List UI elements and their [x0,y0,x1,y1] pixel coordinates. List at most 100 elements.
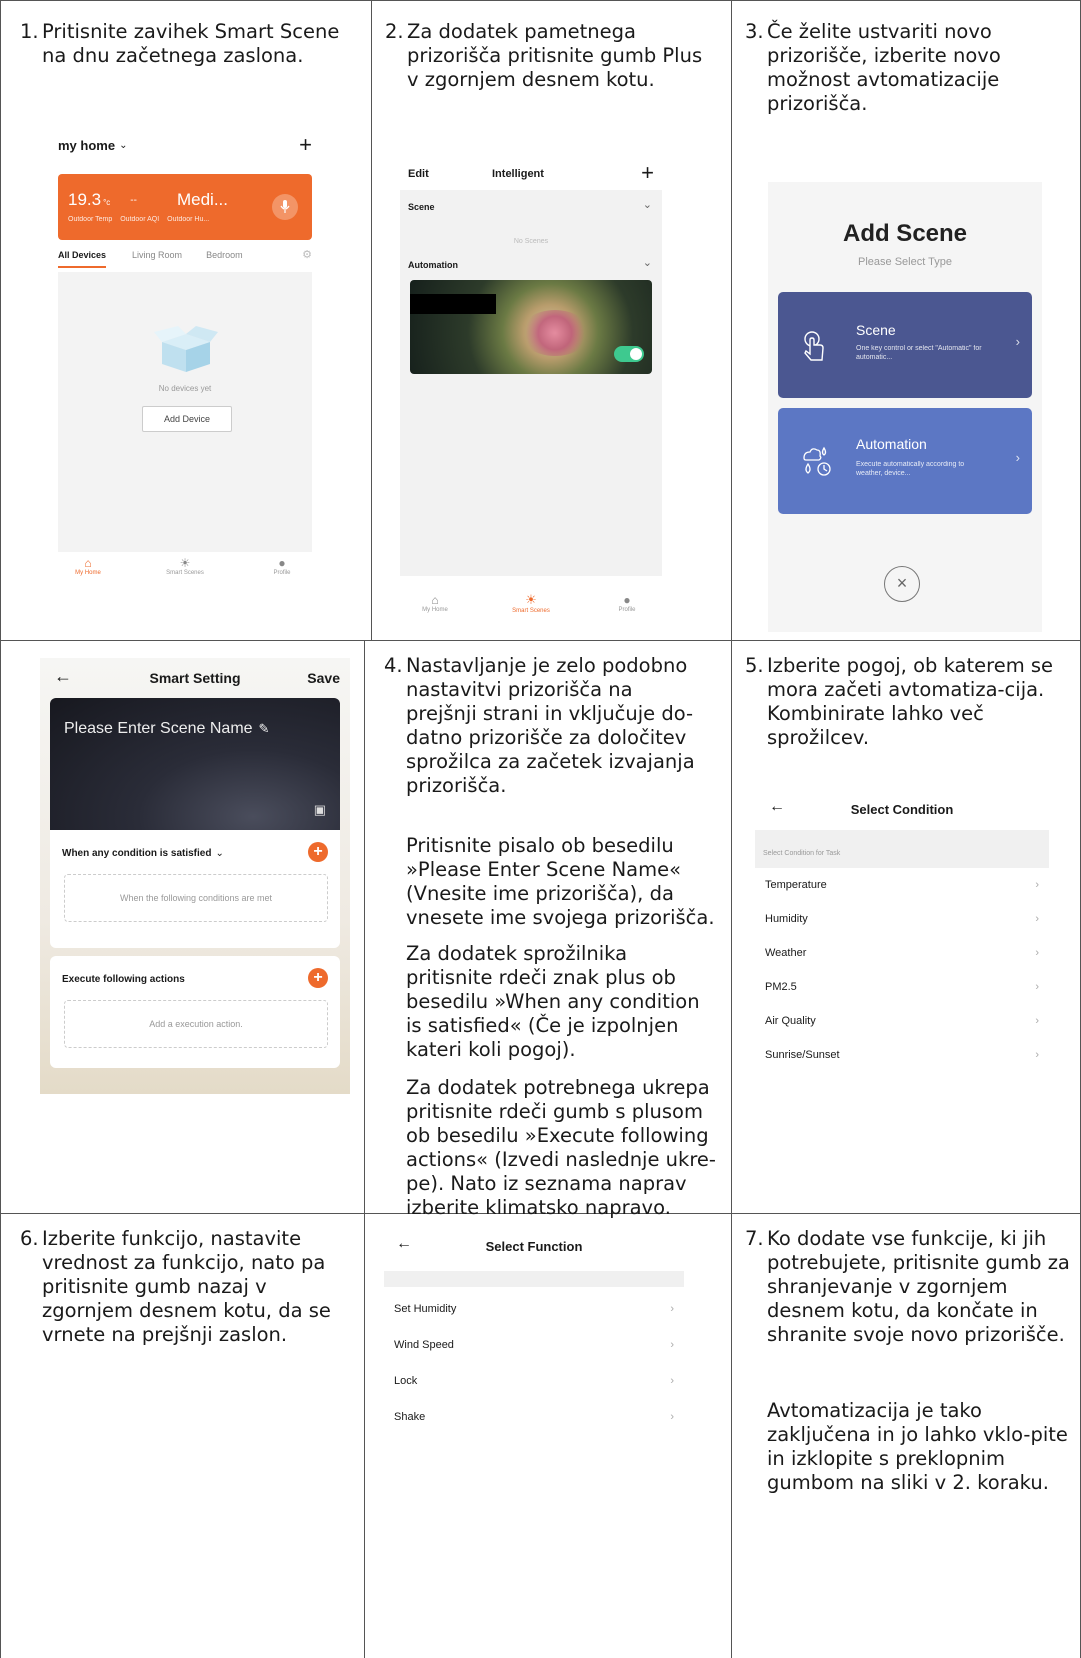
redacted-label [410,294,496,314]
chevron-right-icon: › [1035,1015,1039,1027]
condition-temperature: Temperature [765,879,827,891]
add-scene-plus-icon[interactable]: + [641,160,654,186]
screen-add-scene: Add Scene Please Select Type Scene One k… [768,182,1042,632]
nav-my-home[interactable]: ⌂ My Home [400,593,470,613]
image-icon[interactable]: ▣ [314,802,326,818]
list-item[interactable]: Air Quality › [755,1004,1049,1038]
step-7-para-2: Avtomatizacija je tako zaključena in jo … [767,1399,1068,1494]
save-button[interactable]: Save [307,670,340,686]
scene-option-card[interactable]: Scene One key control or select "Automat… [778,292,1032,398]
no-scenes-text: No Scenes [513,238,549,245]
list-item[interactable]: Humidity › [755,902,1049,936]
step-6-cell: 6. Izberite funkcijo, nastavite vrednost… [0,1213,364,1658]
nav-smart-scenes[interactable]: ☀ Smart Scenes [155,556,215,576]
step-number: 7. [745,1227,764,1250]
home-icon: ⌂ [84,556,92,570]
action-placeholder[interactable]: Add a execution action. [64,1000,328,1048]
weather-unit: °c [103,197,111,207]
scene-option-title: Scene [856,322,896,338]
nav-profile[interactable]: ● Profile [592,593,662,613]
hand-tap-icon [804,331,824,361]
chevron-right-icon: › [1035,981,1039,993]
weather-aqi: -- [130,194,137,206]
select-function-title: Select Function [485,1239,583,1254]
list-item[interactable]: Lock › [384,1363,684,1399]
step-number: 2. [385,20,404,43]
actions-header: Execute following actions [62,974,185,985]
condition-air-quality: Air Quality [765,1015,816,1027]
step-4-text: 4. Nastavljanje je zelo podobno nastavit… [384,654,704,798]
microphone-icon[interactable] [272,194,298,220]
scene-option-desc: One key control or select "Automatic" fo… [856,345,982,361]
automation-option-card[interactable]: Automation Execute automatically accordi… [778,408,1032,514]
function-list: Set Humidity › Wind Speed › Lock › Shake › [384,1291,684,1435]
add-condition-plus-icon[interactable]: + [308,842,328,862]
automation-option-desc: Execute automatically according to weath… [856,461,965,477]
condition-placeholder[interactable]: When the following conditions are met [64,874,328,922]
add-device-plus-icon[interactable]: + [299,132,312,158]
add-action-plus-icon[interactable]: + [308,968,328,988]
step-3-text: 3. Če želite ustvariti novo prizorišče, … [745,20,1065,116]
nav-smart-scenes[interactable]: ☀ Smart Scenes [496,592,566,614]
list-item[interactable]: Sunrise/Sunset › [755,1038,1049,1072]
condition-humidity: Humidity [765,913,808,925]
list-item[interactable]: Weather › [755,936,1049,970]
chevron-right-icon: › [670,1375,674,1387]
chevron-right-icon: › [670,1411,674,1423]
smart-setting-title: Smart Setting [149,670,241,686]
chevron-down-icon[interactable]: ⌄ [215,848,223,859]
profile-icon: ● [278,556,286,570]
nav-profile[interactable]: ● Profile [252,556,312,576]
pen-icon[interactable]: ✎ [259,721,270,737]
nav-label: My Home [422,607,448,613]
edit-button[interactable]: Edit [408,168,429,180]
condition-header[interactable]: When any condition is satisfied [62,848,211,859]
condition-list: Temperature › Humidity › Weather › PM2.5 › A… [755,868,1049,1072]
chevron-right-icon: › [1035,913,1039,925]
screen-select-condition: ← Select Condition Select Condition for … [755,788,1049,1088]
automation-toggle[interactable] [614,346,644,362]
food-highlight [520,310,590,356]
weather-card: 19.3 °c -- Medi... Outdoor Temp Outdoor … [58,174,312,240]
list-item[interactable]: Wind Speed › [384,1327,684,1363]
bottom-nav: ⌂ My Home ☀ Smart Scenes ● Profile [400,576,662,630]
chevron-right-icon: › [1015,334,1020,349]
settings-gear-icon[interactable]: ⚙ [302,248,312,269]
list-item[interactable]: Shake › [384,1399,684,1435]
step-5-cell: 5. Izberite pogoj, ob katerem se mora za… [731,640,1081,1213]
chevron-down-icon[interactable]: ⌄ [643,256,652,269]
screen-smart-setting: ← Smart Setting Save Please Enter Scene … [40,658,350,1094]
chevron-right-icon: › [1035,1049,1039,1061]
scene-name-field[interactable]: Please Enter Scene Name ✎ [64,720,269,738]
select-condition-title: Select Condition [850,802,954,817]
step-4-text-cell: 4. Nastavljanje je zelo podobno nastavit… [364,640,731,1219]
nav-my-home[interactable]: ⌂ My Home [58,556,118,576]
tab-all-devices[interactable]: All Devices [58,250,107,268]
add-device-button[interactable]: Add Device [142,406,232,432]
step-4-image-cell: ← Smart Setting Save Please Enter Scene … [0,640,364,1213]
empty-state-text: No devices yet [158,384,212,393]
list-item[interactable]: Temperature › [755,868,1049,902]
step-body: Izberite funkcijo, nastavite vrednost za… [42,1227,331,1346]
step-3-cell: 3. Če želite ustvariti novo prizorišče, … [731,0,1081,640]
list-item[interactable]: PM2.5 › [755,970,1049,1004]
step-4-para-3: Za dodatek sprožilnika pritisnite rdeči … [406,942,700,1061]
step-body: Ko dodate vse funkcije, ki jih potrebuje… [767,1227,1070,1346]
sun-icon: ☀ [525,592,537,607]
chevron-down-icon[interactable]: ⌄ [119,140,127,151]
sun-icon: ☀ [179,556,191,570]
home-title[interactable]: my home [58,138,115,153]
nav-label: Profile [273,570,291,576]
tab-living-room[interactable]: Living Room [132,250,182,268]
scene-cover[interactable]: Please Enter Scene Name ✎ ▣ [50,698,340,830]
tab-bedroom[interactable]: Bedroom [206,250,243,268]
step-5-text: 5. Izberite pogoj, ob katerem se mora za… [745,654,1065,750]
chevron-down-icon[interactable]: ⌄ [643,198,652,211]
close-icon[interactable]: × [884,566,920,602]
step-number: 3. [745,20,764,43]
automation-card[interactable] [410,280,652,374]
add-scene-subtitle: Please Select Type [858,256,952,268]
step-number: 5. [745,654,764,677]
list-item[interactable]: Set Humidity › [384,1291,684,1327]
automation-section-label: Automation [408,260,458,270]
